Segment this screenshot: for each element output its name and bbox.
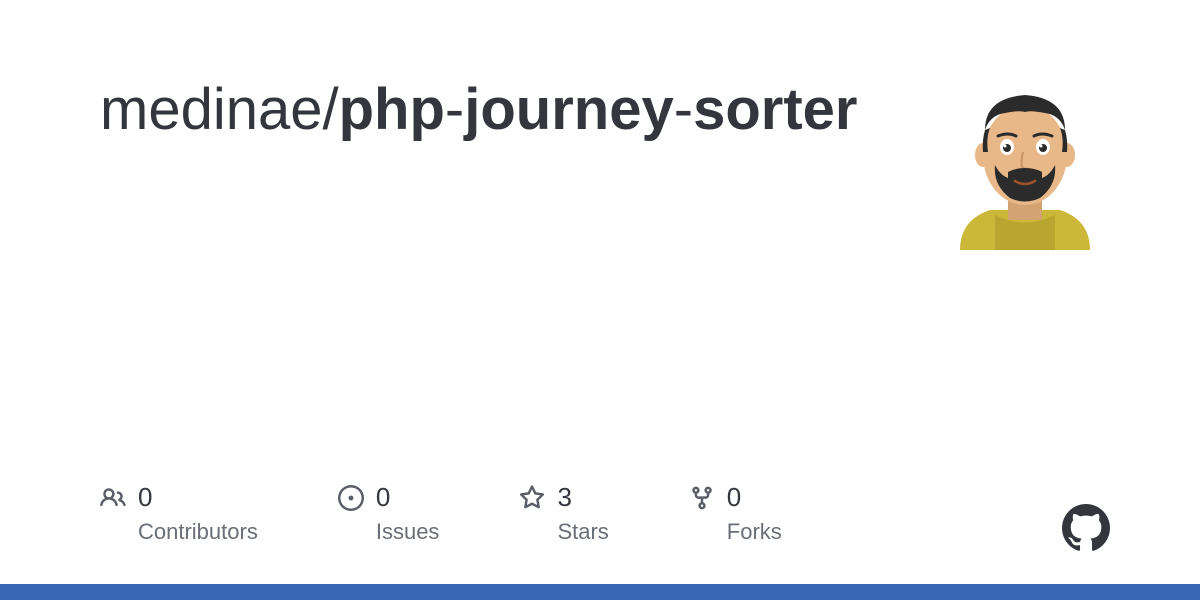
- repo-header: medinae/php-journey-sorter: [100, 75, 1110, 250]
- contributors-icon: [100, 485, 126, 511]
- avatar: [940, 80, 1110, 250]
- repo-sep1: -: [445, 77, 464, 142]
- repo-name-part3: sorter: [693, 77, 857, 142]
- stars-count: 3: [557, 482, 571, 513]
- fork-icon: [689, 485, 715, 511]
- contributors-count: 0: [138, 482, 152, 513]
- forks-label: Forks: [727, 519, 782, 545]
- stars-label: Stars: [557, 519, 608, 545]
- issues-label: Issues: [376, 519, 440, 545]
- forks-count: 0: [727, 482, 741, 513]
- stat-stars: 3 Stars: [519, 482, 608, 545]
- repo-sep2: -: [674, 77, 693, 142]
- bottom-accent-bar: [0, 584, 1200, 600]
- repo-name-part1: php: [339, 77, 445, 142]
- stat-contributors: 0 Contributors: [100, 482, 258, 545]
- stat-forks: 0 Forks: [689, 482, 782, 545]
- issues-icon: [338, 485, 364, 511]
- star-icon: [519, 485, 545, 511]
- stat-issues: 0 Issues: [338, 482, 440, 545]
- issues-count: 0: [376, 482, 390, 513]
- contributors-label: Contributors: [138, 519, 258, 545]
- repo-title: medinae/php-journey-sorter: [100, 75, 857, 145]
- github-logo-icon: [1062, 504, 1110, 552]
- repo-owner: medinae: [100, 77, 322, 142]
- repo-name-part2: journey: [464, 77, 674, 142]
- repo-stats: 0 Contributors 0 Issues 3 Stars: [100, 482, 1110, 600]
- repo-slash: /: [322, 77, 338, 142]
